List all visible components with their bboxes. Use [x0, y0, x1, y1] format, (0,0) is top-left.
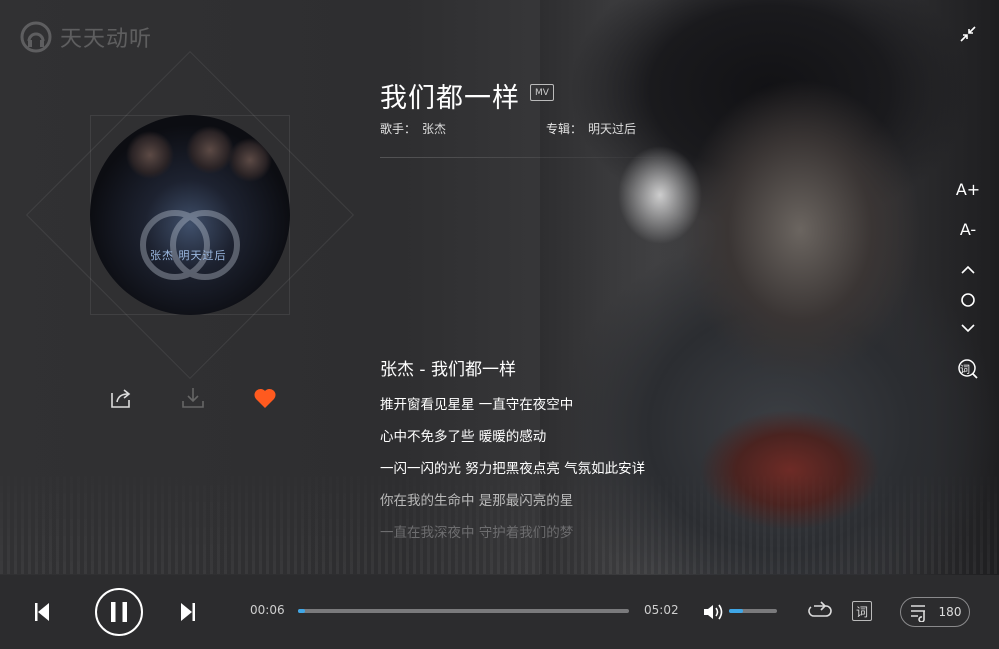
artist-row: 歌手： 张杰 — [380, 120, 446, 137]
pause-icon — [95, 588, 143, 636]
circle-icon — [961, 293, 975, 307]
playlist-count: 180 — [938, 605, 962, 619]
volume-fill — [729, 609, 744, 613]
album-actions — [108, 385, 278, 411]
previous-button[interactable] — [34, 602, 50, 626]
song-title: 我们都一样 — [380, 83, 520, 114]
like-button[interactable] — [252, 385, 278, 411]
lyric-toggle-button[interactable]: 词 — [852, 601, 872, 621]
lyrics-panel: 张杰 - 我们都一样 推开窗看见星星 一直守在夜空中 心中不免多了些 暖暖的感动… — [380, 355, 645, 552]
mv-button[interactable]: MV — [530, 84, 554, 101]
album-row: 专辑： 明天过后 — [546, 120, 636, 137]
lyric-line: 一直在我深夜中 守护着我们的梦 — [380, 525, 574, 541]
previous-icon — [35, 603, 49, 621]
progress-slider[interactable] — [298, 609, 629, 613]
elapsed-time: 00:06 — [250, 603, 285, 617]
lyric-line: 心中不免多了些 暖暖的感动 — [380, 429, 547, 445]
lyric-search-glyph: 词 — [960, 365, 970, 376]
player-window: 天天动听 张杰 明天过后 我们都一样 MV 歌手： 张杰 专辑： 明天过后 张杰… — [0, 0, 999, 649]
lyric-search-button[interactable]: 词 — [953, 358, 983, 380]
artist-label: 歌手： — [380, 122, 417, 136]
pause-button[interactable] — [94, 587, 144, 641]
lyric-down-button[interactable] — [953, 322, 983, 334]
volume-icon — [704, 604, 723, 620]
lyric-up-button[interactable] — [953, 264, 983, 276]
next-icon — [181, 603, 195, 621]
share-icon — [111, 389, 131, 408]
playback-bar: 00:06 05:02 词 180 — [0, 575, 999, 649]
heart-icon — [254, 388, 276, 408]
headphone-logo-icon — [20, 21, 52, 53]
volume-button[interactable] — [702, 602, 724, 626]
font-decrease-button[interactable]: A- — [953, 220, 983, 239]
playlist-button[interactable]: 180 — [900, 597, 970, 627]
playlist-icon — [910, 605, 925, 622]
app-logo: 天天动听 — [20, 20, 152, 54]
repeat-icon — [808, 601, 832, 617]
download-button[interactable] — [180, 385, 206, 411]
lyric-line: 你在我的生命中 是那最闪亮的星 — [380, 493, 574, 509]
artist-link[interactable]: 张杰 — [422, 122, 446, 136]
album-link[interactable]: 明天过后 — [588, 122, 636, 136]
collapse-icon — [960, 26, 976, 42]
chevron-down-icon — [961, 324, 975, 333]
font-increase-button[interactable]: A+ — [953, 180, 983, 199]
collapse-window-button[interactable] — [959, 25, 977, 43]
lyric-reset-button[interactable] — [953, 292, 983, 308]
download-icon — [182, 388, 204, 408]
album-label: 专辑： — [546, 122, 583, 136]
lyric-line: 推开窗看见星星 一直守在夜空中 — [380, 397, 574, 413]
next-button[interactable] — [180, 602, 196, 626]
volume-slider[interactable] — [729, 609, 777, 613]
info-divider — [380, 157, 680, 158]
share-button[interactable] — [108, 385, 134, 411]
chevron-up-icon — [961, 265, 975, 274]
album-cover-label: 张杰 明天过后 — [150, 249, 227, 262]
lyrics-heading: 张杰 - 我们都一样 — [380, 360, 516, 380]
app-watermark-icon — [140, 210, 240, 280]
repeat-mode-button[interactable] — [808, 600, 832, 626]
total-time: 05:02 — [644, 603, 679, 617]
app-logo-text: 天天动听 — [60, 27, 153, 52]
album-cover-disc: 张杰 明天过后 — [90, 115, 290, 315]
progress-fill — [298, 609, 305, 613]
lyric-line: 一闪一闪的光 努力把黑夜点亮 气氛如此安详 — [380, 461, 646, 477]
